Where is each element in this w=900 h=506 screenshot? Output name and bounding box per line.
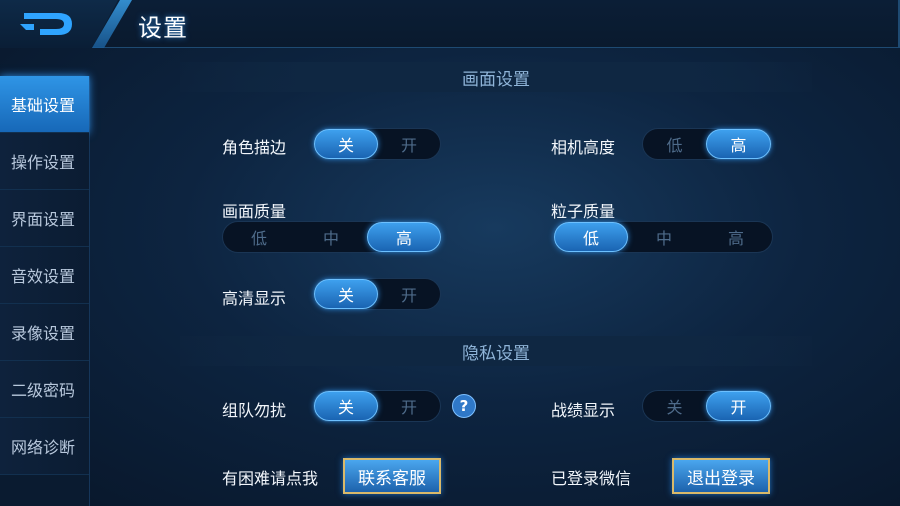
particle-quality-selector[interactable]: 低 中 高 [553,221,773,253]
sidebar-item-controls[interactable]: 操作设置 [0,133,89,190]
camera-height-option-low[interactable]: 低 [643,129,706,159]
top-bar: 设置 [0,0,900,48]
quality-selector[interactable]: 低 中 高 [222,221,442,253]
wechat-login-label: 已登录微信 [551,469,632,488]
hd-display-option-off[interactable]: 关 [314,279,378,309]
header-corner [840,0,900,48]
record-display-option-off[interactable]: 关 [643,391,706,421]
display-section-header: 画面设置 [180,62,812,92]
camera-height-label: 相机高度 [551,138,616,157]
team-dnd-option-on[interactable]: 开 [378,391,440,421]
page-title: 设置 [138,14,188,42]
help-question-icon[interactable]: ? [452,394,476,418]
hd-display-option-on[interactable]: 开 [378,279,440,309]
outline-option-on[interactable]: 开 [378,129,440,159]
particle-quality-option-low[interactable]: 低 [554,222,628,252]
particle-quality-option-high[interactable]: 高 [700,222,772,252]
outline-option-off[interactable]: 关 [314,129,378,159]
camera-height-option-high[interactable]: 高 [706,129,771,159]
quality-option-low[interactable]: 低 [223,222,295,252]
particle-quality-option-medium[interactable]: 中 [628,222,700,252]
team-dnd-label: 组队勿扰 [222,401,287,420]
quality-option-medium[interactable]: 中 [295,222,367,252]
sidebar-item-basic[interactable]: 基础设置 [0,76,89,133]
hd-display-toggle[interactable]: 关 开 [313,278,441,310]
back-arrow-icon [20,13,72,35]
contact-support-button[interactable]: 联系客服 [343,458,441,494]
support-label: 有困难请点我 [222,469,319,488]
sidebar-item-network-diagnosis[interactable]: 网络诊断 [0,418,89,475]
record-display-toggle[interactable]: 关 开 [642,390,772,422]
quality-option-high[interactable]: 高 [367,222,441,252]
team-dnd-option-off[interactable]: 关 [314,391,378,421]
outline-toggle[interactable]: 关 开 [313,128,441,160]
outline-label: 角色描边 [222,138,287,157]
sidebar-item-secondary-password[interactable]: 二级密码 [0,361,89,418]
record-display-label: 战绩显示 [551,401,616,420]
sidebar: 基础设置 操作设置 界面设置 音效设置 录像设置 二级密码 网络诊断 [0,76,90,506]
privacy-section-header: 隐私设置 [180,336,812,366]
team-dnd-toggle[interactable]: 关 开 [313,390,441,422]
hd-display-label: 高清显示 [222,289,287,308]
camera-height-toggle[interactable]: 低 高 [642,128,772,160]
logout-button[interactable]: 退出登录 [672,458,770,494]
sidebar-item-replay[interactable]: 录像设置 [0,304,89,361]
particle-quality-label: 粒子质量 [551,202,616,221]
record-display-option-on[interactable]: 开 [706,391,771,421]
sidebar-item-interface[interactable]: 界面设置 [0,190,89,247]
quality-label: 画面质量 [222,202,287,221]
sidebar-item-audio[interactable]: 音效设置 [0,247,89,304]
